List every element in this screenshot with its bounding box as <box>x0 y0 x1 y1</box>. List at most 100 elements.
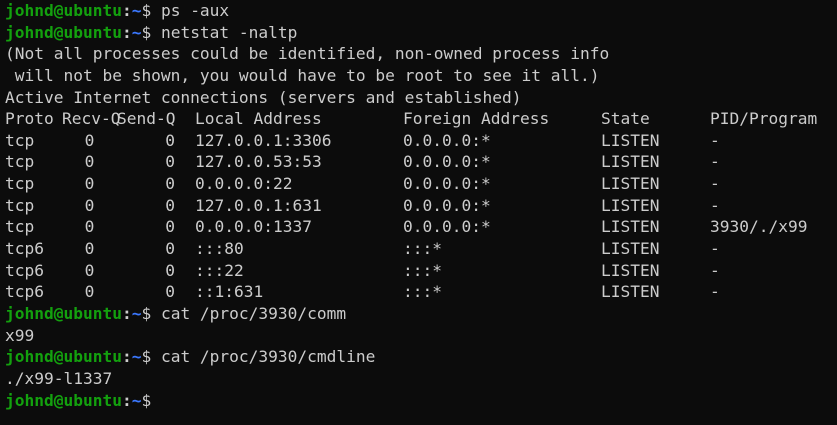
netstat-row: tcp6 0 0::1:631:::* LISTEN - <box>5 281 835 303</box>
header-recvq: Recv-Q <box>62 109 121 129</box>
cell-state: LISTEN <box>601 130 660 150</box>
cell-local-address: 127.0.0.1:3306 <box>195 130 332 150</box>
prompt-dollar: $ <box>141 390 152 410</box>
cell-sendq: 0 <box>165 130 175 150</box>
cell-foreign-address: 0.0.0.0:* <box>403 152 491 172</box>
cell-proto: tcp <box>5 152 35 172</box>
cell-recvq: 0 <box>84 195 95 215</box>
cell-pid-program: - <box>710 195 720 215</box>
prompt-user-host: johnd@ubuntu <box>5 390 122 410</box>
prompt-colon: : <box>121 1 132 20</box>
cell-local-address: 0.0.0.0:22 <box>195 174 293 194</box>
cell-sendq: 0 <box>165 195 175 215</box>
cell-sendq: 0 <box>165 174 175 194</box>
netstat-row: tcp 0 0 0.0.0.0:1337 0.0.0.0:* LISTEN 3930/./x… <box>5 216 835 238</box>
prompt-colon: : <box>121 390 132 410</box>
header-state: State <box>601 109 650 129</box>
cell-state: LISTEN <box>601 152 660 172</box>
prompt-dollar: $ <box>141 1 152 20</box>
cell-foreign-address: 0.0.0.0:* <box>403 217 491 237</box>
prompt-user-host: johnd@ubuntu <box>5 1 122 20</box>
netstat-row: tcp 0 0 127.0.0.53:53 0.0.0.0:* LISTEN - <box>5 151 835 173</box>
cell-state: LISTEN <box>601 260 660 280</box>
prompt-line-5[interactable]: johnd@ubuntu:~$ <box>5 390 835 412</box>
netstat-row: tcp 0 0 0.0.0.0:22 0.0.0.0:* LISTEN - <box>5 173 835 195</box>
cell-local-address: 127.0.0.1:631 <box>195 195 322 215</box>
prompt-dollar: $ <box>141 303 152 323</box>
cell-recvq: 0 <box>84 152 95 172</box>
prompt-user-host: johnd@ubuntu <box>5 347 122 367</box>
output-comm-result: x99 <box>5 325 35 345</box>
cell-local-address: ::1:631 <box>195 282 264 302</box>
header-pid-program: PID/Program <box>710 109 818 129</box>
header-foreign-address: Foreign Address <box>403 109 550 129</box>
cell-recvq: 0 <box>84 130 95 150</box>
prompt-colon: : <box>121 22 132 42</box>
command-text: ps -aux <box>160 1 230 20</box>
netstat-header-row: Proto Recv-Q Send-Q Local Address Foreig… <box>5 108 835 130</box>
cell-recvq: 0 <box>84 260 95 280</box>
cell-pid-program: 3930/./x99 <box>710 217 808 237</box>
cell-recvq: 0 <box>84 282 95 302</box>
cell-state: LISTEN <box>601 174 660 194</box>
prompt-colon: : <box>121 347 132 367</box>
terminal-window[interactable]: johnd@ubuntu:~$ ps -aux johnd@ubuntu:~$ … <box>5 0 835 425</box>
header-proto: Proto <box>5 109 54 129</box>
cell-proto: tcp <box>5 174 35 194</box>
header-local-address: Local Address <box>195 109 322 129</box>
output-cmdline-result: ./x99-l1337 <box>5 368 113 388</box>
cell-foreign-address: :::* <box>403 239 442 259</box>
cell-foreign-address: 0.0.0.0:* <box>403 130 491 150</box>
output-warning-line-1: (Not all processes could be identified, … <box>5 44 610 64</box>
cell-recvq: 0 <box>84 174 95 194</box>
cell-recvq: 0 <box>84 217 95 237</box>
header-sendq: Send-Q <box>117 109 176 129</box>
cell-sendq: 0 <box>165 239 175 259</box>
prompt-dollar: $ <box>141 347 152 367</box>
prompt-line-4: johnd@ubuntu:~$ cat /proc/3930/cmdline <box>5 346 835 368</box>
netstat-row: tcp 0 0 127.0.0.1:3306 0.0.0.0:* LISTEN - <box>5 130 835 152</box>
command-text: cat /proc/3930/comm <box>160 303 347 323</box>
prompt-user-host: johnd@ubuntu <box>5 303 122 323</box>
cell-sendq: 0 <box>165 152 175 172</box>
command-text: cat /proc/3930/cmdline <box>160 347 376 367</box>
cell-pid-program: - <box>710 260 720 280</box>
output-warning-line-2: will not be shown, you would have to be … <box>5 65 600 85</box>
cell-sendq: 0 <box>165 260 175 280</box>
prompt-path: ~ <box>131 347 142 367</box>
cell-pid-program: - <box>710 130 720 150</box>
prompt-line-2: johnd@ubuntu:~$ netstat -naltp <box>5 22 835 44</box>
prompt-colon: : <box>121 303 132 323</box>
prompt-line-1: johnd@ubuntu:~$ ps -aux <box>5 0 835 22</box>
cell-foreign-address: 0.0.0.0:* <box>403 174 491 194</box>
cell-proto: tcp6 <box>5 282 44 302</box>
cell-recvq: 0 <box>84 239 95 259</box>
cell-state: LISTEN <box>601 282 660 302</box>
cell-sendq: 0 <box>165 217 175 237</box>
prompt-line-3: johnd@ubuntu:~$ cat /proc/3930/comm <box>5 303 835 325</box>
prompt-path: ~ <box>131 303 142 323</box>
cell-proto: tcp <box>5 217 35 237</box>
netstat-rows: tcp 0 0 127.0.0.1:3306 0.0.0.0:* LISTEN - tcp 0 0… <box>5 130 835 303</box>
cell-pid-program: - <box>710 239 720 259</box>
prompt-user-host: johnd@ubuntu <box>5 22 122 42</box>
cell-foreign-address: :::* <box>403 282 442 302</box>
cell-state: LISTEN <box>601 239 660 259</box>
cell-proto: tcp6 <box>5 239 44 259</box>
cell-pid-program: - <box>710 152 720 172</box>
cell-foreign-address: :::* <box>403 260 442 280</box>
cell-sendq: 0 <box>165 282 175 302</box>
netstat-row: tcp 0 0 127.0.0.1:631 0.0.0.0:* LISTEN - <box>5 195 835 217</box>
netstat-row: tcp6 0 0:::22:::* LISTEN - <box>5 260 835 282</box>
output-active-header: Active Internet connections (servers and… <box>5 87 522 107</box>
cell-pid-program: - <box>710 282 720 302</box>
prompt-path: ~ <box>131 1 142 20</box>
cell-proto: tcp6 <box>5 260 44 280</box>
command-text: netstat -naltp <box>160 22 298 42</box>
cell-foreign-address: 0.0.0.0:* <box>403 195 491 215</box>
prompt-path: ~ <box>131 22 142 42</box>
cell-state: LISTEN <box>601 195 660 215</box>
cell-proto: tcp <box>5 195 35 215</box>
cell-local-address: 127.0.0.53:53 <box>195 152 322 172</box>
netstat-row: tcp6 0 0:::80:::* LISTEN - <box>5 238 835 260</box>
